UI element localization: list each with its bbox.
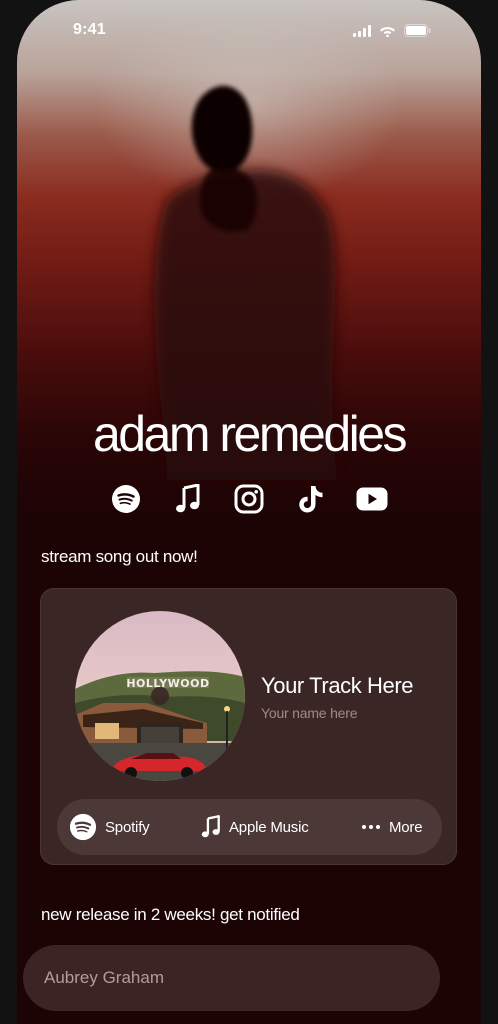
wifi-icon — [380, 26, 395, 37]
apple-music-label: Apple Music — [229, 818, 309, 836]
more-label: More — [389, 818, 423, 836]
track-card: HOLLYWOOD Your Track Here Your name here — [40, 588, 457, 865]
album-artwork: HOLLYWOOD — [75, 611, 245, 781]
status-icons — [353, 24, 431, 37]
more-button[interactable]: More — [361, 817, 423, 837]
status-time: 9:41 — [73, 21, 106, 38]
platform-bar: Spotify Apple Music More — [57, 799, 442, 855]
stream-heading: stream song out now! — [41, 547, 198, 566]
more-dots-icon — [362, 825, 380, 829]
artist-name: adam remedies — [92, 406, 408, 462]
platform-icon-wrapper — [201, 815, 221, 839]
spotify-label: Spotify — [105, 818, 150, 836]
status-bar: 9:41 — [17, 0, 481, 60]
album-cover-image: HOLLYWOOD — [75, 611, 245, 781]
svg-text:HOLLYWOOD: HOLLYWOOD — [126, 677, 209, 690]
battery-icon — [404, 24, 431, 37]
platform-icon-wrapper — [69, 813, 97, 841]
cellular-signal-icon — [353, 24, 371, 37]
platform-icon-wrapper — [361, 817, 381, 837]
spotify-icon — [69, 813, 97, 841]
track-artist: Your name here — [261, 705, 358, 721]
instagram-icon — [234, 484, 264, 514]
track-title: Your Track Here — [261, 673, 414, 698]
youtube-link[interactable] — [355, 482, 389, 516]
spotify-icon — [112, 485, 140, 513]
youtube-icon — [356, 487, 388, 511]
apple-music-button[interactable]: Apple Music — [201, 815, 309, 839]
spotify-link[interactable] — [109, 482, 143, 516]
music-note-icon — [175, 484, 199, 513]
spotify-button[interactable]: Spotify — [69, 813, 150, 841]
name-input[interactable] — [23, 945, 440, 1011]
notify-heading: new release in 2 weeks! get notified — [41, 905, 300, 924]
tiktok-icon — [298, 486, 322, 513]
social-links — [109, 482, 389, 516]
tiktok-link[interactable] — [294, 482, 328, 516]
music-note-icon — [201, 815, 220, 838]
instagram-link[interactable] — [232, 482, 266, 516]
apple-music-link[interactable] — [171, 482, 205, 516]
phone-screen: 9:41 adam remedies stream song out now! … — [17, 0, 481, 1024]
